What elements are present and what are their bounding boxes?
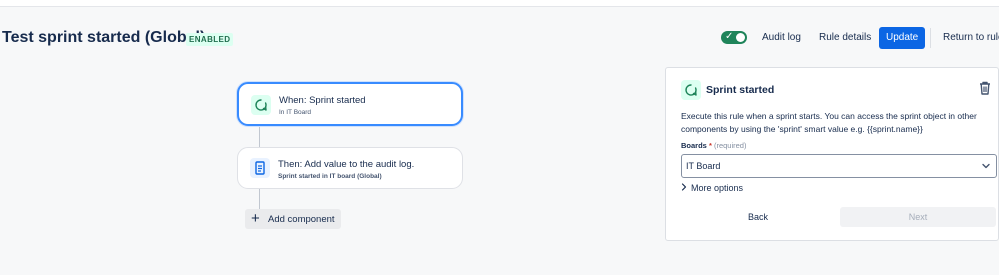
boards-label: Boards * (required) <box>681 141 746 150</box>
rule-details-button[interactable]: Rule details <box>813 27 877 49</box>
rule-enabled-toggle[interactable]: ✓ <box>721 31 747 44</box>
toggle-knob <box>736 33 745 42</box>
panel-description: Execute this rule when a sprint starts. … <box>681 111 977 134</box>
more-options-toggle[interactable]: More options <box>681 183 743 193</box>
boards-label-text: Boards <box>681 141 707 150</box>
action-subtitle: Sprint started in IT board (Global) <box>278 173 382 180</box>
top-strip <box>0 0 999 7</box>
document-icon <box>250 158 270 178</box>
update-button[interactable]: Update <box>879 27 926 49</box>
audit-log-button[interactable]: Audit log <box>756 27 807 49</box>
required-marker: * <box>708 141 712 150</box>
trigger-card[interactable]: When: Sprint started In IT Board <box>237 82 463 126</box>
return-to-rules-button[interactable]: Return to rule <box>937 27 999 49</box>
plus-icon: + <box>251 210 260 227</box>
trigger-icon <box>251 95 271 115</box>
status-badge: ENABLED <box>186 33 234 46</box>
trigger-icon <box>681 80 701 100</box>
header-divider <box>930 28 931 48</box>
rule-header: Test sprint started (Global) ENABLED ✓ A… <box>0 8 999 60</box>
action-card[interactable]: Then: Add value to the audit log. Sprint… <box>237 147 463 189</box>
action-title: Then: Add value to the audit log. <box>278 159 415 170</box>
required-hint: (required) <box>713 141 747 150</box>
trigger-title: When: Sprint started <box>279 95 366 106</box>
boards-select[interactable]: IT Board <box>681 154 997 178</box>
chevron-down-icon <box>980 159 992 178</box>
trash-icon[interactable] <box>978 80 992 101</box>
add-component-label: Add component <box>268 214 335 225</box>
chevron-right-icon <box>681 183 687 193</box>
next-button[interactable]: Next <box>840 207 996 227</box>
back-button[interactable]: Back <box>728 207 788 227</box>
panel-title: Sprint started <box>706 84 775 96</box>
more-options-label: More options <box>691 183 744 193</box>
check-icon: ✓ <box>725 31 734 42</box>
component-config-panel: Sprint started Execute this rule when a … <box>665 67 999 241</box>
add-component-button[interactable]: + Add component <box>245 209 341 229</box>
page-title: Test sprint started (Global) <box>2 29 206 46</box>
boards-select-value: IT Board <box>686 161 721 171</box>
trigger-subtitle: In IT Board <box>279 109 312 116</box>
